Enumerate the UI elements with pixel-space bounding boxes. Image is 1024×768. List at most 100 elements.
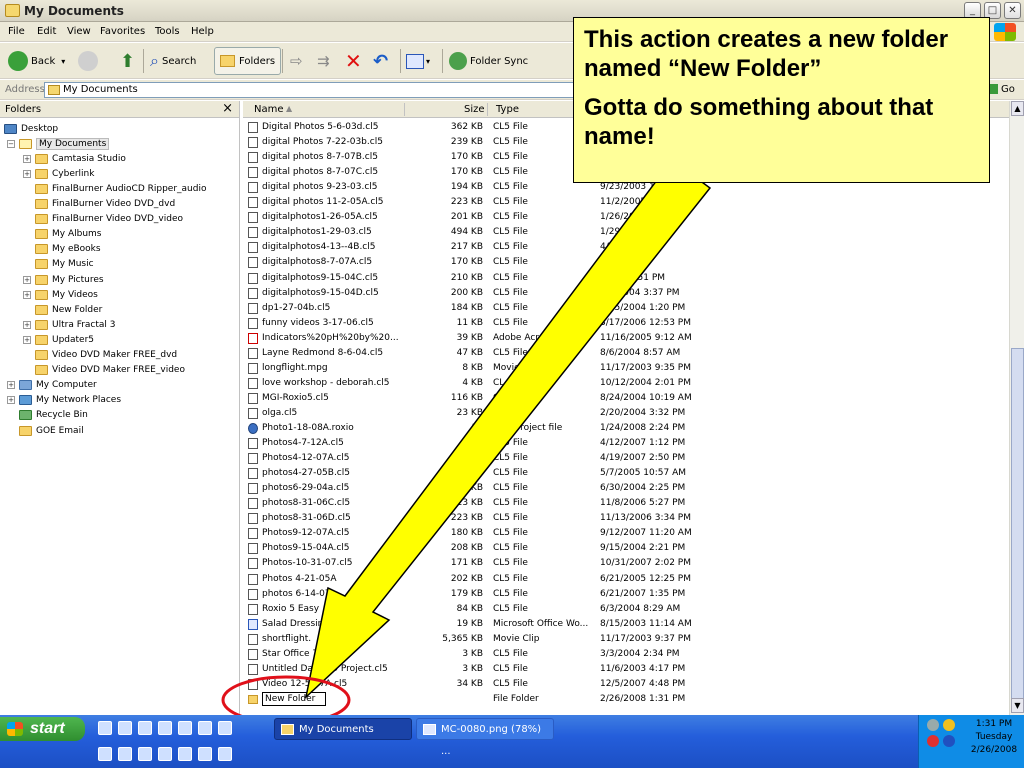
file-row[interactable]: funny videos 3-17-06.cl5 11 KB CL5 File 3/1… [243,316,1009,331]
tree-item[interactable]: + Ultra Fractal 3 [23,317,116,332]
file-row[interactable]: shortflight. 5,365 KB Movie Clip 11/17/2003… [243,632,1009,647]
quicklaunch-image-icon[interactable] [118,747,132,761]
menu-help[interactable]: Help [191,26,214,37]
tree-item[interactable]: + My Computer [7,378,97,393]
file-row[interactable]: Photos 4-21-05A 202 KB CL5 File 6/21/2005 1… [243,572,1009,587]
tray-shield-icon[interactable] [943,735,955,747]
file-row[interactable]: Video 12-5-07A.cl5 34 KB CL5 File 12/5/2007… [243,677,1009,692]
close-button[interactable]: ✕ [1004,2,1021,19]
tree-item[interactable]: + My Videos [23,287,98,302]
expander-icon[interactable]: + [7,396,15,405]
file-row[interactable]: olga.cl5 23 KB ile 2/20/2004 3:32 PM [243,406,1009,421]
scroll-down-arrow-icon[interactable]: ▼ [1011,698,1024,713]
file-row[interactable]: Photos9-15-04A.cl5 208 KB CL5 File 9/15/200… [243,541,1009,556]
expander-icon[interactable]: + [23,335,31,344]
file-row[interactable]: photos8-31-06D.cl5 223 KB CL5 File 11/13/20… [243,511,1009,526]
file-row[interactable]: Layne Redmond 8-6-04.cl5 47 KB CL5 File 8/6… [243,346,1009,361]
quicklaunch-excel-icon[interactable] [218,721,232,735]
tree-item[interactable]: My eBooks [23,242,101,257]
tree-item[interactable]: Video DVD Maker FREE_video [23,363,185,378]
expander-icon[interactable]: − [7,139,15,148]
task-image-viewer[interactable]: MC-0080.png (78%) ... [416,718,554,757]
quicklaunch-player-icon[interactable] [138,747,152,761]
close-icon[interactable]: × [222,101,233,116]
file-row[interactable]: Photos9-12-07A.cl5 180 KB CL5 File 9/12/200… [243,526,1009,541]
scroll-thumb[interactable] [1011,348,1024,708]
back-button[interactable]: Back ▾ [8,47,65,75]
folders-button[interactable]: Folders [214,47,282,75]
file-row[interactable]: dp1-27-04b.cl5 184 KB CL5 File 2/25/2004 1:… [243,301,1009,316]
tree-item[interactable]: − My Documents [7,136,110,151]
expander-icon[interactable]: + [23,320,31,329]
tree-item[interactable]: GOE Email [7,423,84,438]
search-button[interactable]: ⌕ Search [150,47,196,75]
delete-icon[interactable]: ✕ [345,47,362,75]
tree-item[interactable]: Recycle Bin [7,408,88,423]
file-row[interactable]: Salad Dressin 19 KB Microsoft Office Wo...… [243,617,1009,632]
tree-item[interactable]: My Albums [23,227,101,242]
copy-to-icon[interactable]: ⇉ [317,47,330,75]
start-button[interactable]: start [0,717,85,741]
quicklaunch-paint-icon[interactable] [218,747,232,761]
tree-item[interactable]: FinalBurner AudioCD Ripper_audio [23,181,206,196]
quicklaunch-word-icon[interactable] [198,721,212,735]
quicklaunch-phone-icon[interactable] [178,747,192,761]
move-to-icon[interactable]: ⇨ [290,47,303,75]
file-row[interactable]: Photo1-18-08A.roxio 13 oxio project file 1/… [243,421,1009,436]
menu-tools[interactable]: Tools [155,26,180,37]
tree-item[interactable]: New Folder [23,302,102,317]
expander-icon[interactable]: + [23,275,31,284]
file-row[interactable]: digitalphotos9-15-04D.cl5 200 KB CL5 File … [243,286,1009,301]
tree-item[interactable]: Video DVD Maker FREE_dvd [23,348,177,363]
file-row[interactable]: digital photos 11-2-05A.cl5 223 KB CL5 Fil… [243,195,1009,210]
file-row[interactable]: longflight.mpg 8 KB Movie 11/17/2003 9:35 P… [243,361,1009,376]
file-row[interactable]: Star Office 7.cl5 3 KB CL5 File 3/3/2004 2:… [243,647,1009,662]
tree-item[interactable]: + My Network Places [7,393,121,408]
file-row[interactable]: Photos4-12-07A.cl5 CL5 File 4/19/2007 2:50… [243,451,1009,466]
file-row[interactable]: digitalphotos1-26-05A.cl5 201 KB CL5 File 1… [243,210,1009,225]
file-row[interactable]: MGI-Roxio5.cl5 116 KB C 8/24/2004 10:19 AM [243,391,1009,406]
tree-item[interactable]: FinalBurner Video DVD_video [23,212,183,227]
menu-favorites[interactable]: Favorites [100,26,145,37]
column-size[interactable]: Size [464,104,485,115]
expander-icon[interactable]: + [23,154,31,163]
file-row[interactable]: Untitled Data CD Project.cl5 3 KB CL5 File… [243,662,1009,677]
folder-sync-button[interactable]: Folder Sync [449,47,528,75]
task-my-documents[interactable]: My Documents [274,718,412,740]
menu-edit[interactable]: Edit [37,26,56,37]
file-row[interactable]: photos6-29-04a.cl5 224 KB CL5 File 6/30/200… [243,481,1009,496]
tray-network-icon[interactable] [927,719,939,731]
clock[interactable]: 1:31 PM Tuesday 2/26/2008 [967,718,1021,757]
file-row[interactable]: digitalphotos4-13--4B.cl5 217 KB CL5 File 4… [243,240,1009,255]
tree-item[interactable]: + Cyberlink [23,166,94,181]
quicklaunch-media-icon[interactable] [98,747,112,761]
quicklaunch-smile-icon[interactable] [198,747,212,761]
quicklaunch-folder-icon[interactable] [138,721,152,735]
go-button[interactable]: Go [988,82,1015,98]
vertical-scrollbar[interactable]: ▲ ▼ [1009,101,1024,715]
file-row[interactable]: digitalphotos1-29-03.cl5 494 KB CL5 File 1/… [243,225,1009,240]
tree-item[interactable]: My Music [23,257,94,272]
quicklaunch-tool-icon[interactable] [158,747,172,761]
file-row[interactable]: Roxio 5 Easy 84 KB CL5 File 6/3/2004 8:29 A… [243,602,1009,617]
new-folder-row[interactable]: New Folder File Folder 2/26/2008 1:31 PM [243,691,1009,707]
quicklaunch-ie-icon[interactable] [98,721,112,735]
column-name[interactable]: Name [254,104,284,115]
menu-view[interactable]: View [67,26,91,37]
up-button[interactable]: ⬆ [120,47,135,75]
file-row[interactable]: Photos4-7-12A.cl5 1 CL5 File 4/12/2007 1:12… [243,436,1009,451]
file-row[interactable]: Indicators%20pH%20by%20... 39 KB Adobe Acr… [243,331,1009,346]
file-row[interactable]: photos8-31-06C.cl5 223 KB CL5 File 11/8/200… [243,496,1009,511]
tree-item[interactable]: + Camtasia Studio [23,151,126,166]
tree-item[interactable]: Desktop [4,121,58,136]
quicklaunch-browser-icon[interactable] [178,721,192,735]
rename-input[interactable]: New Folder [262,691,326,706]
file-row[interactable]: photos 6-14-07 179 KB CL5 File 6/21/2007 1:… [243,587,1009,602]
undo-icon[interactable]: ↶ [373,47,388,75]
tray-moon-icon[interactable] [943,719,955,731]
expander-icon[interactable]: + [7,381,15,390]
quicklaunch-doc-icon[interactable] [118,721,132,735]
tree-item[interactable]: + My Pictures [23,272,104,287]
column-type[interactable]: Type [496,104,519,115]
file-row[interactable]: love workshop - deborah.cl5 4 KB CL 10/12/2… [243,376,1009,391]
